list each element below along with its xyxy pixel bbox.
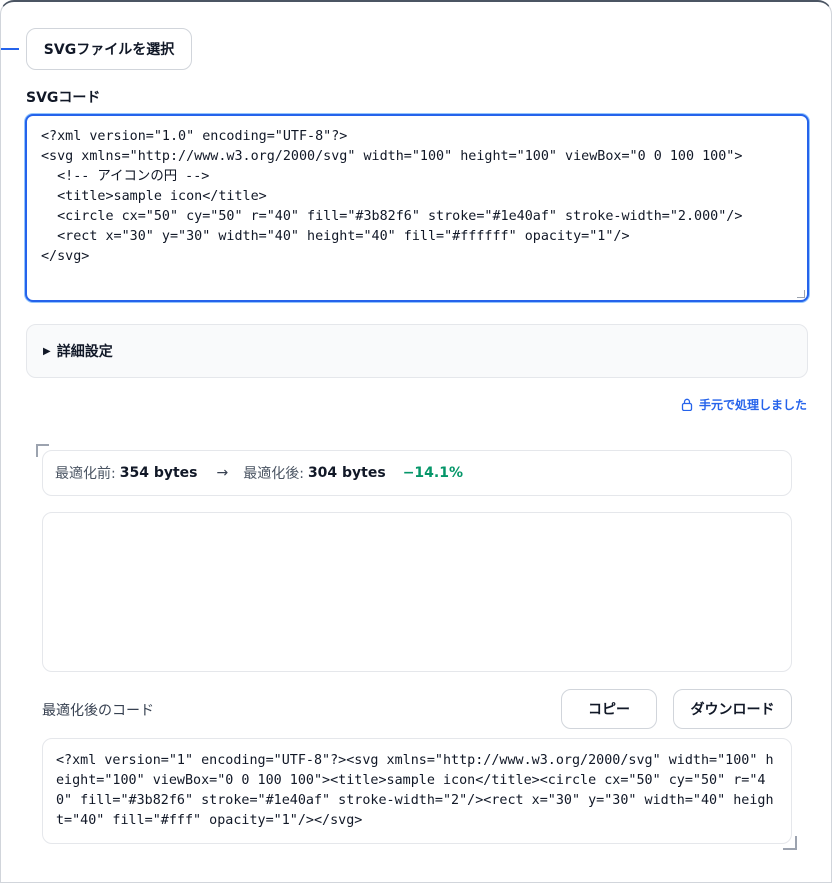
after-value: 304 bytes [307,465,386,481]
accent-line [1,48,19,50]
optimized-code-output[interactable]: <?xml version="1" encoding="UTF-8"?><svg… [42,738,792,844]
lock-icon [681,398,693,411]
local-processing-label: 手元で処理しました [698,398,807,412]
resize-grip-icon[interactable] [797,290,805,298]
before-value: 354 bytes [119,465,198,481]
size-stats: 最適化前: 354 bytes → 最適化後: 304 bytes −14.1% [42,450,792,496]
arrow-right-icon: → [216,465,229,481]
size-change-percent: −14.1% [402,465,464,481]
triangle-right-icon: ▶ [43,345,51,357]
optimized-code-label: 最適化後のコード [42,703,154,719]
download-button[interactable]: ダウンロード [673,689,792,729]
svg-code-textarea[interactable]: <?xml version="1.0" encoding="UTF-8"?> <… [25,114,809,302]
corner-bracket-bottom-right [783,836,797,850]
svg-preview-area [42,512,792,672]
advanced-settings-toggle[interactable]: ▶ 詳細設定 [26,324,808,378]
svg-code-text[interactable]: <?xml version="1.0" encoding="UTF-8"?> <… [41,129,742,264]
after-label: 最適化後: [243,466,304,482]
select-svg-file-button[interactable]: SVGファイルを選択 [26,28,192,70]
local-processing-note: 手元で処理しました [681,396,807,413]
advanced-settings-label: 詳細設定 [56,344,113,360]
copy-button[interactable]: コピー [561,689,657,729]
svg-code-label: SVGコード [26,90,101,106]
app-frame: SVGファイルを選択 SVGコード <?xml version="1.0" en… [0,0,832,883]
before-label: 最適化前: [55,466,116,482]
